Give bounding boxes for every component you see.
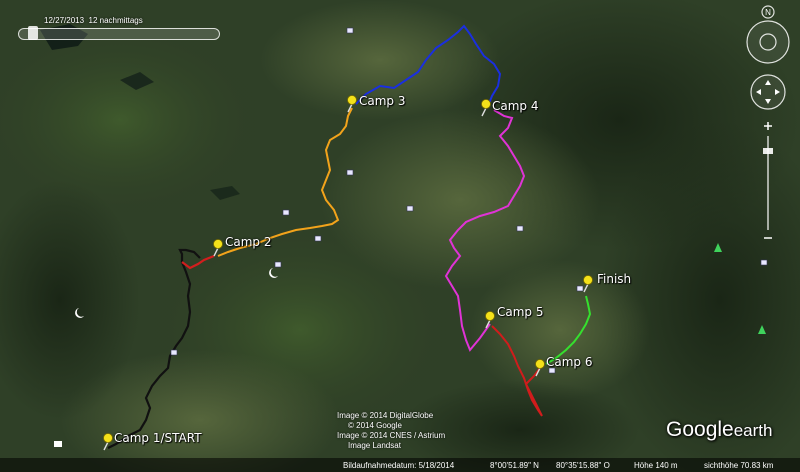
time-date: 12/27/2013 xyxy=(44,16,85,25)
marker-label-camp-3[interactable]: Camp 3 xyxy=(359,94,406,108)
hotel-icon[interactable] xyxy=(516,225,524,232)
move-joystick-icon[interactable] xyxy=(750,74,786,110)
elevation-readout: Höhe 140 m xyxy=(634,461,678,470)
credit-line: Image © 2014 CNES / Astrium xyxy=(337,431,446,440)
credit-line: Image © 2014 DigitalGlobe xyxy=(337,411,434,420)
latitude-readout: 8°00'51.89" N xyxy=(490,461,539,470)
satellite-terrain[interactable] xyxy=(0,0,800,472)
hotel-icon[interactable] xyxy=(760,259,768,266)
hotel-icon[interactable] xyxy=(346,27,354,34)
logo-brand: Google xyxy=(666,418,734,441)
marker-label-camp-2[interactable]: Camp 2 xyxy=(225,235,272,249)
hotel-icon[interactable] xyxy=(314,235,322,242)
time-slider-track[interactable] xyxy=(18,28,220,40)
zoom-slider[interactable] xyxy=(763,136,773,230)
imagery-credits: Image © 2014 DigitalGlobe © 2014 Google … xyxy=(337,411,445,451)
marker-label-camp-5[interactable]: Camp 5 xyxy=(497,305,544,319)
hotel-icon[interactable] xyxy=(576,285,584,292)
hotel-icon[interactable] xyxy=(282,209,290,216)
time-of-day: 12 nachmittags xyxy=(88,16,143,25)
google-earth-logo: Googleearth xyxy=(666,418,772,442)
marker-label-camp-1-start[interactable]: Camp 1/START xyxy=(114,431,202,445)
hotel-icon[interactable] xyxy=(274,261,282,268)
imagery-date: Bildaufnahmedatum: 5/18/2014 xyxy=(343,461,455,470)
look-joystick-icon[interactable] xyxy=(746,20,790,64)
museum-icon[interactable] xyxy=(54,441,62,447)
status-bar: Bildaufnahmedatum: 5/18/2014 8°00'51.89"… xyxy=(0,458,800,472)
svg-text:N: N xyxy=(765,8,771,17)
credit-line: © 2014 Google xyxy=(348,421,402,430)
marker-label-finish[interactable]: Finish xyxy=(597,272,631,286)
time-slider[interactable]: 12/27/2013 12 nachmittags xyxy=(14,14,224,44)
zoom-in-icon[interactable] xyxy=(764,122,772,130)
navigation-controls[interactable]: N xyxy=(740,4,796,244)
hotel-icon[interactable] xyxy=(346,169,354,176)
time-slider-label: 12/27/2013 12 nachmittags xyxy=(44,16,143,25)
map-view[interactable]: Camp 1/START Camp 2 Camp 3 Camp 4 Camp 5… xyxy=(0,0,800,472)
marker-label-camp-6[interactable]: Camp 6 xyxy=(546,355,593,369)
credit-line: Image Landsat xyxy=(348,441,401,450)
logo-product: earth xyxy=(733,421,773,440)
hotel-icon[interactable] xyxy=(170,349,178,356)
time-slider-handle[interactable] xyxy=(28,26,38,40)
marker-label-camp-4[interactable]: Camp 4 xyxy=(492,99,539,113)
compass-north-icon[interactable]: N xyxy=(761,5,775,19)
hotel-icon[interactable] xyxy=(406,205,414,212)
longitude-readout: 80°35'15.88" O xyxy=(556,461,610,470)
eye-altitude-readout: sichthöhe 70.83 km xyxy=(704,461,774,470)
